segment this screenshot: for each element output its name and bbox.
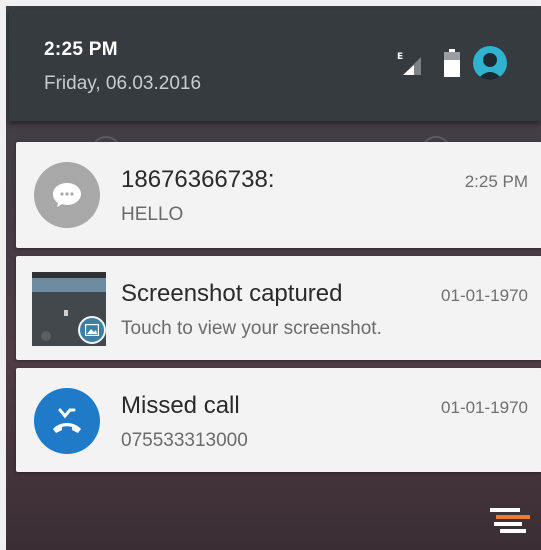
message-icon xyxy=(34,162,100,228)
notification-title: 18676366738: xyxy=(121,166,275,193)
notification-time: 01-01-1970 xyxy=(441,398,528,417)
battery-icon xyxy=(443,49,461,79)
signal-icon: E xyxy=(397,49,423,75)
status-header[interactable]: 2:25 PM Friday, 06.03.2016 E xyxy=(9,9,541,121)
clock-time: 2:25 PM xyxy=(44,39,118,60)
notification-text: Touch to view your screenshot. xyxy=(121,318,382,339)
clear-all-icon[interactable] xyxy=(484,504,534,540)
date-label[interactable]: Friday, 06.03.2016 xyxy=(44,73,201,95)
notification-title: Screenshot captured xyxy=(121,280,343,307)
notification-title: Missed call xyxy=(121,392,240,419)
notification-card-message[interactable]: 18676366738: HELLO 2:25 PM xyxy=(16,142,541,248)
notification-time: 01-01-1970 xyxy=(441,286,528,305)
image-badge-icon xyxy=(78,316,106,344)
notification-text: HELLO xyxy=(121,204,184,225)
notification-text: 075533313000 xyxy=(121,430,248,451)
notification-card-missed-call[interactable]: Missed call 075533313000 01-01-1970 xyxy=(16,368,541,472)
notification-shade: 2:25 PM Friday, 06.03.2016 E 18676366738… xyxy=(6,6,541,550)
notification-card-screenshot[interactable]: Screenshot captured Touch to view your s… xyxy=(16,256,541,360)
missed-call-icon xyxy=(34,388,100,454)
notification-time: 2:25 PM xyxy=(464,172,528,191)
user-avatar-icon[interactable] xyxy=(473,46,507,80)
svg-text:E: E xyxy=(397,52,403,62)
